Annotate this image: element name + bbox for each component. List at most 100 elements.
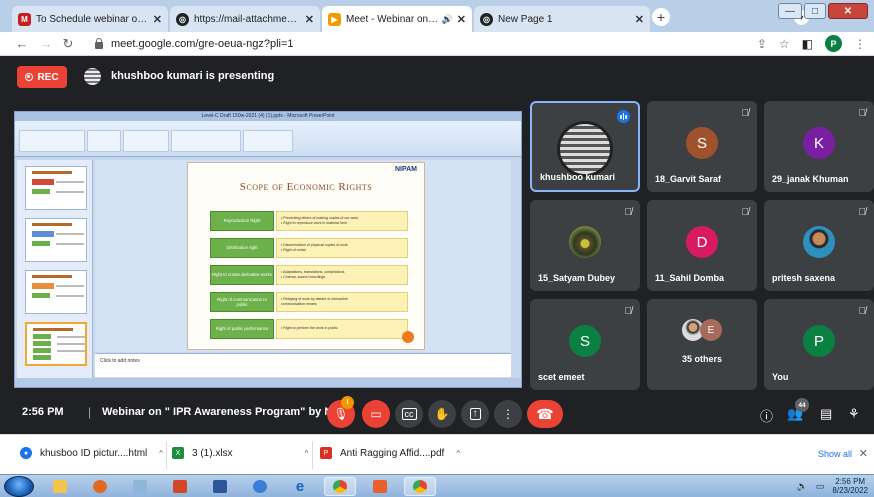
profile-avatar[interactable]: P — [825, 35, 842, 52]
others-count-label: 35 others — [681, 354, 723, 364]
download-item[interactable]: X 3 (1).xlsx ^ — [172, 447, 308, 459]
slide-thumbnail[interactable] — [25, 218, 87, 262]
network-icon[interactable]: ▭ — [816, 481, 825, 492]
tab-close-icon[interactable]: ✕ — [305, 13, 314, 26]
participant-tile[interactable]: 🎙̸ S scet emeet — [530, 299, 640, 390]
download-filename: 3 (1).xlsx — [192, 447, 233, 459]
slide-thumbnail-selected[interactable] — [25, 322, 87, 366]
people-button[interactable]: 👥 44 — [787, 398, 809, 422]
tab-close-icon[interactable]: ✕ — [457, 13, 466, 26]
recording-indicator[interactable]: REC — [17, 66, 67, 88]
camera-toggle-button[interactable]: ▭ — [362, 400, 390, 428]
hang-up-icon: ☎ — [536, 405, 554, 422]
info-icon[interactable]: ⓘ — [760, 406, 773, 425]
captions-button[interactable]: cc — [395, 400, 423, 428]
participant-tile[interactable]: 🎙̸ K 29_janak Khuman — [764, 101, 874, 192]
paint-taskbar-button[interactable] — [124, 477, 156, 496]
word-taskbar-button[interactable] — [204, 477, 236, 496]
slide-row-desc: • Preventing others of making copies of … — [276, 211, 408, 231]
chevron-up-icon[interactable]: ^ — [159, 449, 163, 458]
tab-meet-webinar[interactable]: ▶ Meet - Webinar on " IPR Aw 🔊 ✕ — [322, 6, 472, 32]
mic-off-icon: 🎙̸ — [741, 207, 750, 218]
participant-name: 29_janak Khuman — [772, 174, 849, 184]
explorer-taskbar-button[interactable] — [44, 477, 76, 496]
maximize-icon[interactable]: □ — [804, 3, 826, 19]
powerpoint-taskbar-button[interactable] — [164, 477, 196, 496]
slide-row-desc: • Relaying of work by distant or interac… — [276, 292, 408, 312]
slide-thumbnail[interactable] — [25, 166, 87, 210]
chrome-profile-taskbar-button[interactable] — [404, 477, 436, 496]
meet-control-bar: 2:56 PM | Webinar on " IPR Awareness Pro… — [0, 394, 874, 434]
present-screen-icon: ↑ — [469, 408, 481, 420]
slide-notes[interactable]: Click to add notes — [95, 353, 511, 377]
forward-arrow-icon[interactable]: → — [38, 36, 54, 52]
presenting-banner: khushboo kumari is presenting — [111, 70, 275, 82]
slide-row-label: Reproduction Right — [210, 211, 274, 231]
back-arrow-icon[interactable]: ← — [14, 36, 30, 52]
activities-icon[interactable]: ⚘ — [848, 406, 860, 422]
slide-thumbnail[interactable] — [25, 270, 87, 314]
chevron-up-icon[interactable]: ^ — [305, 449, 309, 458]
participant-tile[interactable]: 🎙̸ S 18_Garvit Saraf — [647, 101, 757, 192]
meet-stage: REC khushboo kumari is presenting Level-… — [0, 56, 874, 434]
participant-name: 11_Sahil Domba — [655, 273, 725, 283]
share-icon[interactable]: ⇪ — [757, 37, 767, 51]
reload-icon[interactable]: ↻ — [60, 36, 76, 52]
slide-row-label: Right to create derivative works — [210, 265, 274, 285]
tray-clock[interactable]: 2:56 PM 8/23/2022 — [832, 477, 868, 495]
close-window-icon[interactable]: ✕ — [828, 3, 868, 19]
minimize-icon[interactable]: — — [778, 3, 802, 19]
chevron-up-icon[interactable]: ^ — [456, 449, 460, 458]
bookmark-star-icon[interactable]: ☆ — [779, 37, 790, 51]
pdf-file-icon: P — [320, 447, 332, 459]
download-filename: Anti Ragging Affid....pdf — [340, 447, 445, 459]
close-downloads-icon[interactable]: ✕ — [859, 447, 868, 460]
new-tab-plus-icon[interactable]: + — [652, 8, 670, 26]
slide-row-label: Right of public performance — [210, 319, 274, 339]
show-all-downloads-link[interactable]: Show all — [818, 449, 852, 459]
mic-off-icon: 🎙̸ — [858, 108, 867, 119]
tab-schedule-webinar[interactable]: M To Schedule webinar on IPR Aw ✕ — [12, 6, 168, 32]
slide-row-desc: • Adaptations, translations, compilation… — [276, 265, 408, 285]
tab-close-icon[interactable]: ✕ — [153, 13, 162, 26]
meeting-clock: 2:56 PM — [22, 406, 64, 418]
ie-taskbar-button[interactable]: e — [284, 477, 316, 496]
mic-off-icon: 🎙̸ — [624, 207, 633, 218]
chrome-taskbar-button[interactable] — [324, 477, 356, 496]
tab-mail-attachment[interactable]: ◎ https://mail-attachment.googleu ✕ — [170, 6, 320, 32]
start-button[interactable] — [4, 476, 34, 497]
participant-name: pritesh saxena — [772, 273, 836, 283]
tab-new-page[interactable]: ◎ New Page 1 ✕ — [474, 6, 650, 32]
omnibox[interactable]: meet.google.com/gre-oeua-ngz?pli=1 — [95, 36, 294, 52]
self-tile[interactable]: 🎙̸ P You — [764, 299, 874, 390]
mic-toggle-button[interactable]: 🎙 ! — [327, 396, 355, 428]
slide-thumbnails — [17, 160, 93, 378]
shared-screen[interactable]: Level-C Draft 150w-2021 (4) (1).pptx - M… — [14, 111, 522, 388]
participant-tile[interactable]: 🎙̸ 15_Satyam Dubey — [530, 200, 640, 291]
tab-title: https://mail-attachment.googleu — [194, 13, 301, 25]
present-button[interactable]: ↑ — [461, 400, 489, 428]
more-menu-icon[interactable]: ⋮ — [854, 37, 866, 51]
mic-off-icon: 🎙̸ — [858, 207, 867, 218]
volume-icon[interactable]: 🔈 — [797, 481, 808, 492]
slide-row-desc: • Dissemination of physical copies of wo… — [276, 238, 408, 258]
others-tile[interactable]: E 35 others — [647, 299, 757, 390]
participant-tile[interactable]: 🎙̸ D 11_Sahil Domba — [647, 200, 757, 291]
participant-tile[interactable]: khushboo kumari — [530, 101, 640, 192]
participant-tile[interactable]: 🎙̸ pritesh saxena — [764, 200, 874, 291]
mic-off-icon: 🎙 — [333, 407, 349, 421]
tab-close-icon[interactable]: ✕ — [635, 13, 644, 26]
side-panel-icon[interactable]: ◧ — [802, 37, 813, 51]
outlook-taskbar-button[interactable] — [364, 477, 396, 496]
audio-playing-icon[interactable]: 🔊 — [442, 14, 453, 25]
app-taskbar-button[interactable] — [244, 477, 276, 496]
leave-call-button[interactable]: ☎ — [527, 400, 563, 428]
more-options-button[interactable]: ⋮ — [494, 400, 522, 428]
download-item[interactable]: P Anti Ragging Affid....pdf ^ — [320, 447, 460, 459]
download-item[interactable]: ● khusboo ID pictur....html ^ — [20, 447, 163, 459]
participant-name: scet emeet — [538, 372, 585, 382]
media-player-taskbar-button[interactable] — [84, 477, 116, 496]
chat-icon[interactable]: ▤ — [820, 406, 832, 422]
hand-icon: ✋ — [434, 407, 450, 421]
raise-hand-button[interactable]: ✋ — [428, 400, 456, 428]
